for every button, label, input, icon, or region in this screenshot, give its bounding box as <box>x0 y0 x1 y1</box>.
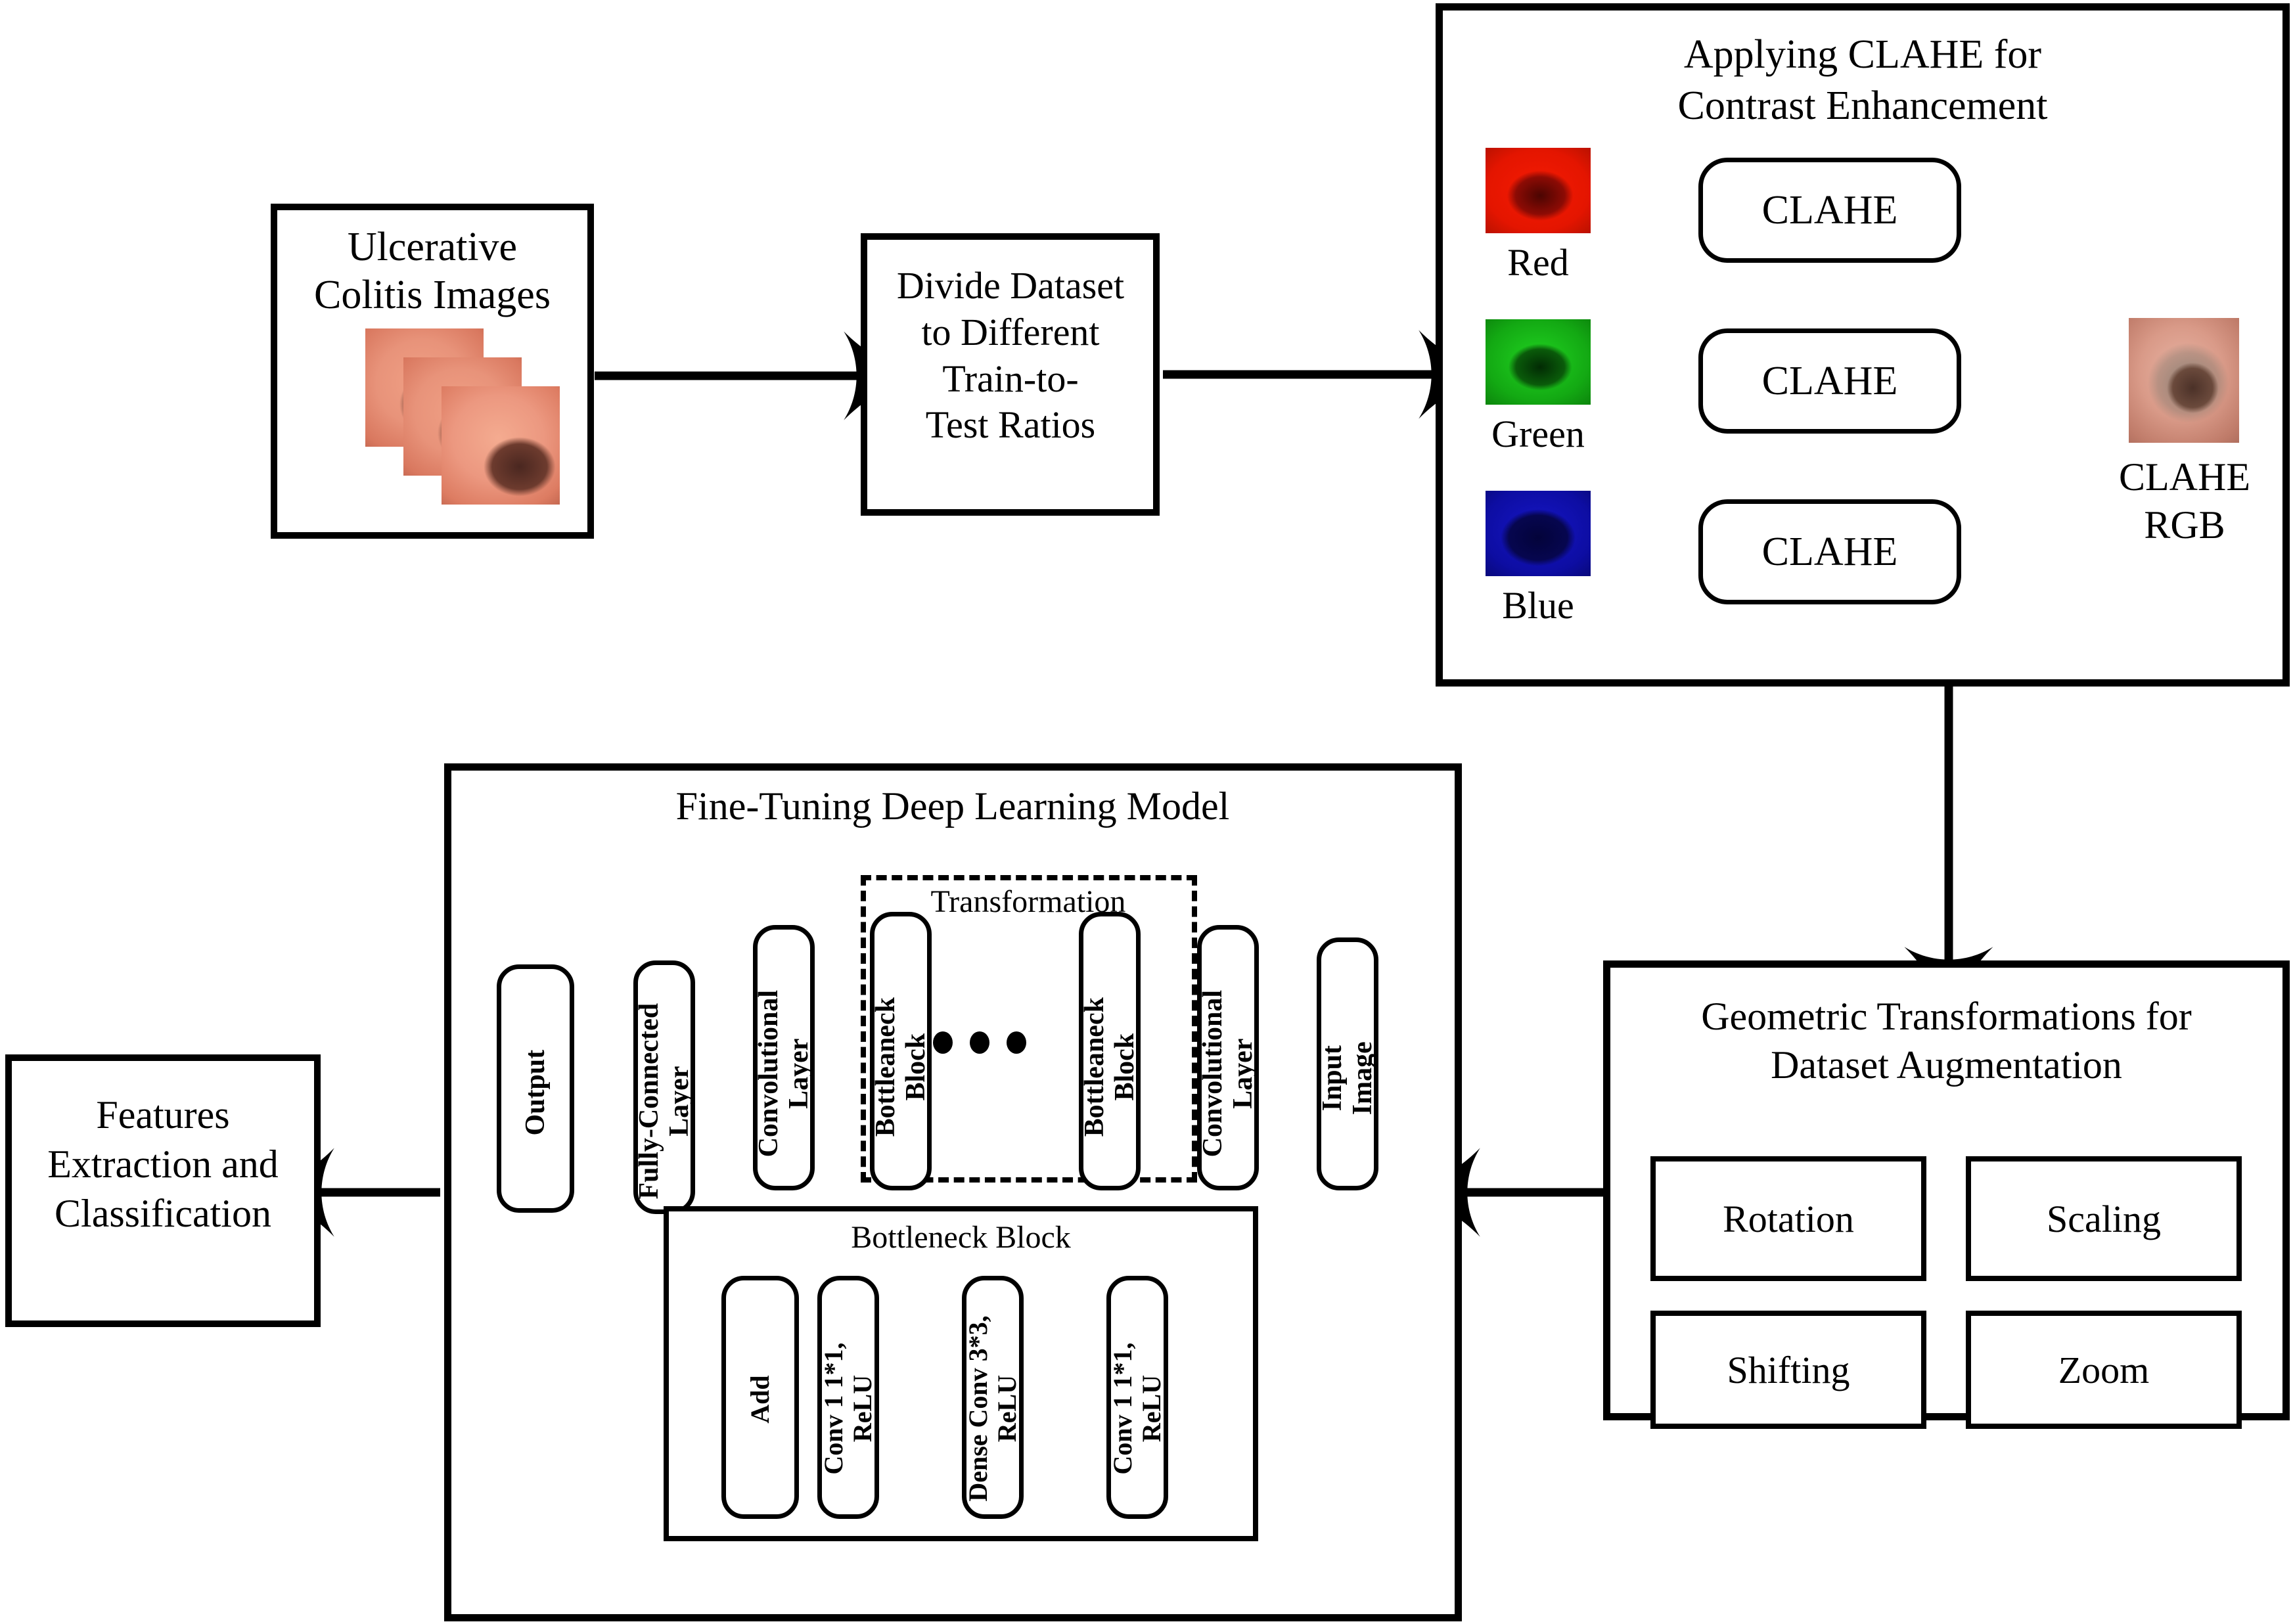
red-channel-thumbnail <box>1486 148 1591 233</box>
clahe-block-red[interactable]: CLAHE <box>1698 158 1961 263</box>
clahe-block-green-label: CLAHE <box>1761 358 1898 403</box>
model-panel-title: Fine-Tuning Deep Learning Model <box>675 784 1230 828</box>
geo-item-scaling-label: Scaling <box>2047 1197 2161 1240</box>
ulcerative-colitis-images-label: Ulcerative Colitis Images <box>314 225 551 318</box>
pipeline-label-fully-connected-layer: Fully-Connected Layer <box>633 1003 694 1200</box>
clahe-block-green[interactable]: CLAHE <box>1698 328 1961 434</box>
pipeline-label-bottleneck-block-1: Bottleaneck Block <box>870 997 931 1137</box>
pipeline-label-convolutional-layer-1: Convolutional Layer <box>753 989 814 1158</box>
divide-dataset-label: Divide Dataset to Different Train-to- Te… <box>896 264 1125 447</box>
geo-item-rotation[interactable]: Rotation <box>1650 1156 1926 1281</box>
geo-item-scaling[interactable]: Scaling <box>1966 1156 2242 1281</box>
green-channel-label: Green <box>1491 413 1585 455</box>
flowchart-canvas: Ulcerative Colitis Images Divide Dataset… <box>0 0 2293 1624</box>
geometric-panel-title: Geometric Transformations for Dataset Au… <box>1701 995 2192 1087</box>
geo-item-zoom[interactable]: Zoom <box>1966 1311 2242 1429</box>
clahe-rgb-thumbnail <box>2129 318 2239 443</box>
ellipsis-dot-3 <box>1007 1031 1026 1054</box>
clahe-rgb-label: CLAHE RGB <box>2119 455 2250 547</box>
pipeline-label-bottleneck-block-2: Bottleaneck Block <box>1079 997 1140 1137</box>
pipeline-ellipsis <box>933 1031 1026 1054</box>
geo-item-zoom-label: Zoom <box>2058 1348 2150 1391</box>
bottleneck-label-add: Add <box>745 1375 775 1424</box>
blue-channel-label: Blue <box>1502 584 1574 627</box>
ulcerative-colitis-endoscopy-stack <box>365 328 562 506</box>
geo-item-rotation-label: Rotation <box>1723 1197 1854 1240</box>
green-channel-thumbnail <box>1486 319 1591 405</box>
clahe-panel-title: Applying CLAHE for Contrast Enhancement <box>1677 32 2048 128</box>
clahe-block-blue[interactable]: CLAHE <box>1698 499 1961 604</box>
ellipsis-dot-2 <box>970 1031 989 1054</box>
blue-channel-thumbnail <box>1486 491 1591 576</box>
clahe-block-blue-label: CLAHE <box>1761 529 1898 574</box>
pipeline-label-convolutional-layer-2: Convolutional Layer <box>1197 989 1258 1158</box>
geo-item-shifting[interactable]: Shifting <box>1650 1311 1926 1429</box>
geo-item-shifting-label: Shifting <box>1727 1348 1850 1391</box>
bottleneck-label-conv1-in: Conv 1 1*1, ReLU <box>1108 1342 1166 1475</box>
red-channel-label: Red <box>1507 241 1569 284</box>
ellipsis-dot-1 <box>933 1031 953 1054</box>
features-extraction-classification-label: Features Extraction and Classification <box>47 1093 279 1235</box>
pipeline-label-output: Output <box>520 1049 551 1136</box>
clahe-block-red-label: CLAHE <box>1761 187 1898 233</box>
bottleneck-detail-title: Bottleneck Block <box>851 1220 1071 1255</box>
pipeline-label-input-image: Input Image <box>1317 1041 1378 1116</box>
bottleneck-label-conv1-out: Conv 1 1*1, ReLU <box>819 1342 877 1475</box>
bottleneck-label-dense-conv: Dense Conv 3*3, ReLU <box>963 1315 1022 1502</box>
